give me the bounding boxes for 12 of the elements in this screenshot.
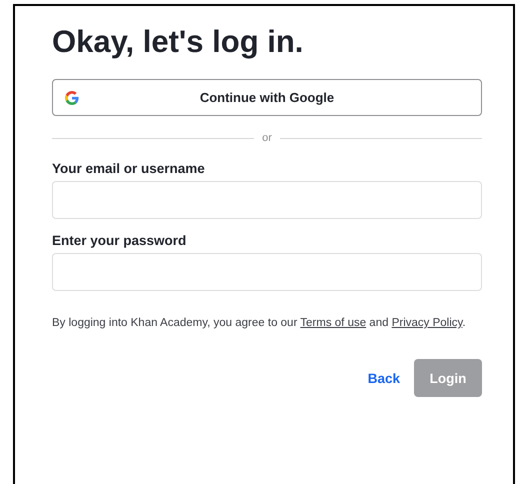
legal-link[interactable]: Privacy Policy: [392, 317, 462, 329]
agreement-text: By logging into Khan Academy, you agree to our Terms of use and Privacy Policy.: [52, 316, 467, 331]
google-button[interactable]: Continue with Google: [52, 79, 482, 116]
page-title: Okay, let's log in.: [52, 23, 304, 61]
username-field[interactable]: [52, 181, 482, 219]
back-button[interactable]: Back: [368, 370, 400, 386]
google-g-icon: [65, 90, 79, 104]
field-label: Your email or username: [52, 161, 206, 176]
password-field[interactable]: [52, 253, 482, 291]
divider-label: or: [262, 132, 272, 144]
legal-link[interactable]: Terms of use: [300, 317, 366, 329]
field-label: Enter your password: [52, 233, 188, 248]
